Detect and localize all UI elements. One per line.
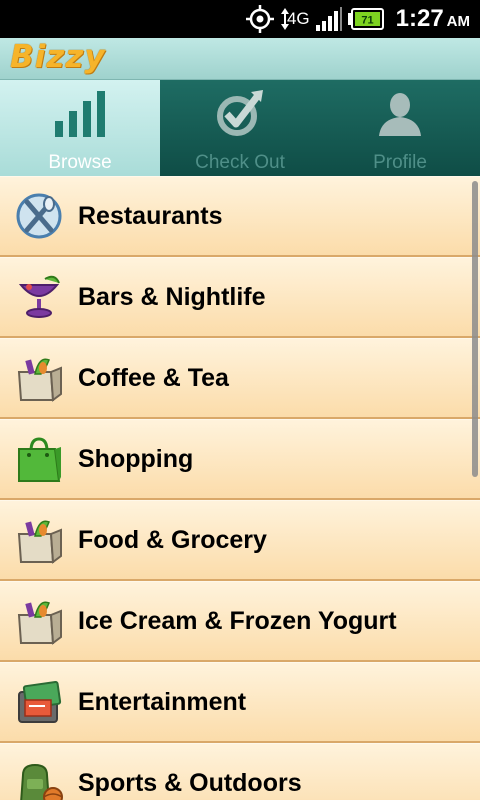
cocktail-icon — [14, 272, 64, 322]
category-ice-cream-frozen-yogurt[interactable]: Ice Cream & Frozen Yogurt — [0, 581, 480, 662]
category-restaurants[interactable]: Restaurants — [0, 176, 480, 257]
gps-icon — [245, 4, 275, 34]
app-logo: Bizzy — [10, 39, 106, 75]
tickets-icon — [14, 677, 64, 727]
bar-chart-icon — [55, 86, 105, 142]
battery-icon: 71 — [347, 8, 384, 30]
tab-profile-label: Profile — [373, 152, 427, 173]
category-food-grocery[interactable]: Food & Grocery — [0, 500, 480, 581]
grocery-bag-icon — [14, 515, 64, 565]
tab-check-out-label: Check Out — [195, 152, 285, 173]
network-4g-icon: 4G — [280, 8, 310, 30]
category-bars-nightlife[interactable]: Bars & Nightlife — [0, 257, 480, 338]
list-scrollbar[interactable] — [472, 181, 478, 477]
tab-browse-label: Browse — [48, 152, 112, 173]
category-label: Bars & Nightlife — [78, 282, 266, 311]
tab-profile[interactable]: Profile — [320, 80, 480, 176]
clock-time: 1:27 — [395, 5, 444, 32]
grocery-bag-icon — [14, 596, 64, 646]
category-label: Entertainment — [78, 687, 247, 716]
tab-browse[interactable]: Browse — [0, 80, 160, 176]
category-label: Coffee & Tea — [78, 363, 229, 392]
category-coffee-tea[interactable]: Coffee & Tea — [0, 338, 480, 419]
category-label: Restaurants — [78, 201, 223, 230]
status-clock: 1:27 AM — [396, 5, 470, 33]
category-label: Ice Cream & Frozen Yogurt — [78, 606, 397, 635]
category-label: Sports & Outdoors — [78, 768, 302, 797]
category-label: Shopping — [78, 444, 194, 473]
sports-gear-icon — [14, 758, 64, 800]
fork-knife-icon — [14, 191, 64, 241]
category-sports-outdoors[interactable]: Sports & Outdoors — [0, 743, 480, 800]
person-silhouette-icon — [377, 86, 423, 142]
category-label: Food & Grocery — [78, 525, 267, 554]
tab-bar: Browse Check Out Profile — [0, 80, 480, 176]
battery-level-label: 71 — [361, 15, 373, 27]
tab-check-out[interactable]: Check Out — [160, 80, 320, 176]
shopping-bag-icon — [14, 434, 64, 484]
clock-ampm: AM — [446, 13, 470, 30]
category-shopping[interactable]: Shopping — [0, 419, 480, 500]
status-bar: 4G 71 1:27 AM — [0, 0, 480, 38]
app-header: Bizzy — [0, 38, 480, 80]
signal-strength-icon — [315, 7, 342, 31]
grocery-bag-icon — [14, 353, 64, 403]
network-type-label: 4G — [286, 9, 310, 28]
category-entertainment[interactable]: Entertainment — [0, 662, 480, 743]
checkmark-circle-icon — [215, 86, 265, 142]
category-list: Restaurants Bars & Nightlife Coffee & Te — [0, 176, 480, 800]
